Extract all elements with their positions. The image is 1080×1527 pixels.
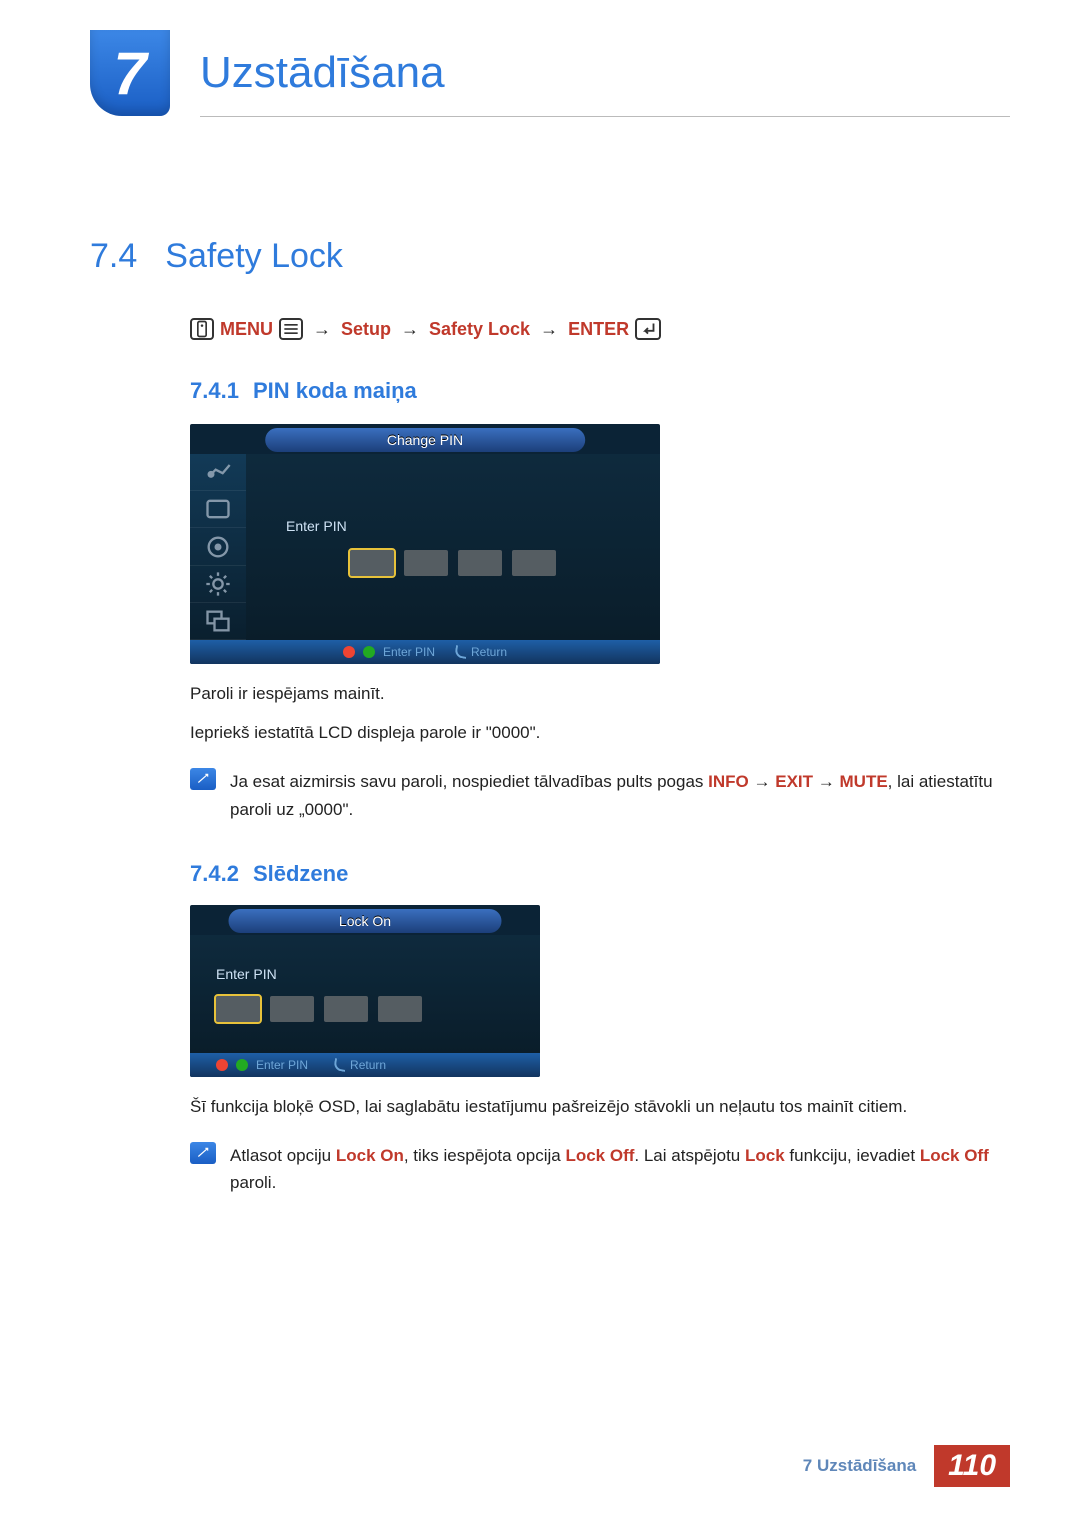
note-text-part: . Lai atspējotu xyxy=(634,1146,745,1165)
osd-enter-pin-label: Enter PIN xyxy=(286,518,347,534)
footer-enter-pin-label: Enter PIN xyxy=(383,645,435,659)
osd-panel: Lock On Enter PIN Enter PIN R xyxy=(190,905,540,1077)
nine-dot-icon xyxy=(236,1059,248,1071)
chapter-header: 7 Uzstādīšana xyxy=(90,30,1010,116)
pin-digit-3[interactable] xyxy=(324,996,368,1022)
chapter-title: Uzstādīšana xyxy=(200,30,445,98)
note-text-part: Atlasot opciju xyxy=(230,1146,336,1165)
breadcrumb-setup: Setup xyxy=(341,319,391,340)
section-number: 7.4 xyxy=(90,237,137,276)
breadcrumb-enter: ENTER xyxy=(568,319,629,340)
section-title: Safety Lock xyxy=(165,237,343,276)
pin-input-row xyxy=(216,996,422,1022)
sidebar-input-icon xyxy=(190,454,246,491)
osd-footer: Enter PIN Return xyxy=(190,640,660,664)
footer-return-label: Return xyxy=(350,1058,386,1072)
nine-dot-icon xyxy=(363,646,375,658)
pin-digit-3[interactable] xyxy=(458,550,502,576)
pin-digit-2[interactable] xyxy=(270,996,314,1022)
osd-enter-pin-label: Enter PIN xyxy=(216,966,277,982)
arrow-icon: → xyxy=(540,319,558,340)
pin-digit-1[interactable] xyxy=(216,996,260,1022)
paragraph: Iepriekš iestatītā LCD displeja parole i… xyxy=(190,719,1010,746)
note-icon xyxy=(190,1142,216,1164)
footer-enter-pin-label: Enter PIN xyxy=(256,1058,308,1072)
footer-return-label: Return xyxy=(471,645,507,659)
note-text-part: funkciju, ievadiet xyxy=(785,1146,920,1165)
note-lock: Lock xyxy=(745,1146,785,1165)
enter-icon xyxy=(635,318,661,340)
page-footer: 7 Uzstādīšana 110 xyxy=(803,1445,1010,1487)
section-heading: 7.4 Safety Lock xyxy=(90,237,1010,276)
zero-dot-icon xyxy=(216,1059,228,1071)
note-mute: MUTE xyxy=(840,772,888,791)
arrow-icon: → xyxy=(818,772,835,791)
sidebar-setup-icon xyxy=(190,566,246,603)
arrow-icon: → xyxy=(401,319,419,340)
arrow-icon: → xyxy=(313,319,331,340)
note-text-part: paroli. xyxy=(230,1173,276,1192)
note-text: Ja esat aizmirsis savu paroli, nospiedie… xyxy=(230,768,1010,822)
menu-icon xyxy=(279,318,303,340)
zero-dot-icon xyxy=(343,646,355,658)
breadcrumb-menu: MENU xyxy=(220,319,273,340)
note-lock-on: Lock On xyxy=(336,1146,404,1165)
note-text-part: , tiks iespējota opcija xyxy=(404,1146,566,1165)
osd-title: Change PIN xyxy=(265,428,585,452)
arrow-icon: → xyxy=(754,772,771,791)
footer-enter-pin: Enter PIN xyxy=(343,645,435,659)
menu-breadcrumb: MENU → Setup → Safety Lock → ENTER xyxy=(190,318,1010,340)
page-number: 110 xyxy=(934,1445,1010,1487)
osd-sidebar xyxy=(190,454,246,640)
note-info: INFO xyxy=(708,772,749,791)
note-block: Atlasot opciju Lock On, tiks iespējota o… xyxy=(190,1142,1010,1196)
subsection-heading: 7.4.2 Slēdzene xyxy=(190,861,1010,887)
osd-lock-on: Lock On Enter PIN Enter PIN R xyxy=(190,905,1010,1077)
subsection-number: 7.4.2 xyxy=(190,861,239,887)
note-lock-off: Lock Off xyxy=(565,1146,634,1165)
footer-chapter-label: 7 Uzstādīšana xyxy=(803,1456,916,1476)
osd-body: Enter PIN xyxy=(246,454,660,640)
osd-title: Lock On xyxy=(229,909,502,933)
osd-body: Enter PIN xyxy=(190,935,540,1053)
footer-enter-pin: Enter PIN xyxy=(216,1058,308,1072)
chapter-number-tab: 7 xyxy=(90,30,170,116)
pin-digit-2[interactable] xyxy=(404,550,448,576)
pin-digit-1[interactable] xyxy=(350,550,394,576)
subsection-title: Slēdzene xyxy=(253,861,348,887)
note-exit: EXIT xyxy=(775,772,813,791)
note-lock-off: Lock Off xyxy=(920,1146,989,1165)
manual-page: 7 Uzstādīšana 7.4 Safety Lock MENU → Set… xyxy=(0,0,1080,1527)
note-text: Atlasot opciju Lock On, tiks iespējota o… xyxy=(230,1142,1010,1196)
osd-change-pin: Change PIN Enter PIN xyxy=(190,424,1010,664)
sidebar-picture-icon xyxy=(190,491,246,528)
return-icon xyxy=(454,645,468,659)
paragraph: Šī funkcija bloķē OSD, lai saglabātu ies… xyxy=(190,1093,1010,1120)
osd-footer: Enter PIN Return xyxy=(190,1053,540,1077)
note-block: Ja esat aizmirsis savu paroli, nospiedie… xyxy=(190,768,1010,822)
note-text-pre: Ja esat aizmirsis savu paroli, nospiedie… xyxy=(230,772,708,791)
pin-input-row xyxy=(350,550,556,576)
breadcrumb-safety-lock: Safety Lock xyxy=(429,319,530,340)
note-icon xyxy=(190,768,216,790)
sidebar-multi-icon xyxy=(190,603,246,640)
divider xyxy=(200,116,1010,117)
subsection-heading: 7.4.1 PIN koda maiņa xyxy=(190,378,1010,404)
subsection-number: 7.4.1 xyxy=(190,378,239,404)
sidebar-sound-icon xyxy=(190,528,246,565)
footer-return: Return xyxy=(455,645,507,659)
paragraph: Paroli ir iespējams mainīt. xyxy=(190,680,1010,707)
return-icon xyxy=(333,1058,347,1072)
remote-icon xyxy=(190,318,214,340)
osd-panel: Change PIN Enter PIN xyxy=(190,424,660,664)
footer-return: Return xyxy=(334,1058,386,1072)
pin-digit-4[interactable] xyxy=(512,550,556,576)
pin-digit-4[interactable] xyxy=(378,996,422,1022)
subsection-title: PIN koda maiņa xyxy=(253,378,417,404)
